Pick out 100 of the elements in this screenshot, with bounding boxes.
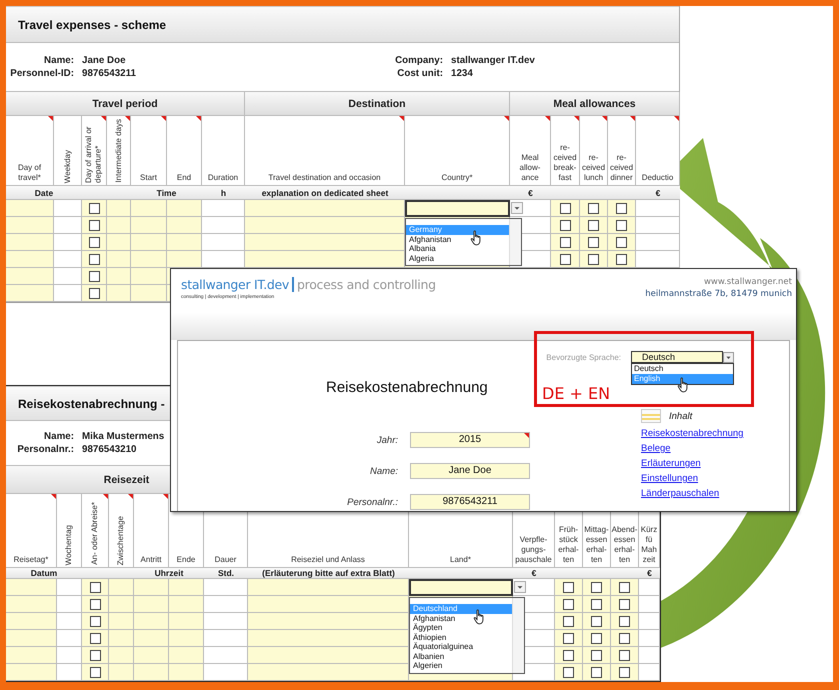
checkbox[interactable] xyxy=(88,220,100,230)
table-cell[interactable] xyxy=(6,579,57,596)
table-cell[interactable] xyxy=(109,664,134,681)
table-cell[interactable] xyxy=(248,630,409,647)
checkbox[interactable] xyxy=(90,666,100,678)
table-cell[interactable] xyxy=(82,664,109,681)
table-cell[interactable] xyxy=(580,234,608,251)
table-cell[interactable] xyxy=(131,285,167,302)
checkbox[interactable] xyxy=(619,632,630,644)
table-cell[interactable] xyxy=(82,613,109,630)
checkbox[interactable] xyxy=(560,220,570,230)
input-field[interactable]: 9876543211 xyxy=(410,494,530,510)
checkbox[interactable] xyxy=(90,616,100,626)
dropdown-option[interactable]: Albanien xyxy=(410,652,512,661)
table-cell[interactable] xyxy=(6,664,57,681)
table-cell[interactable] xyxy=(6,596,57,613)
dropdown-option[interactable]: Afghanistan xyxy=(406,234,509,244)
dropdown-option[interactable]: Deutsch xyxy=(632,364,733,374)
sheet-link[interactable]: Reisekostenabrechnung xyxy=(641,428,744,440)
table-cell[interactable] xyxy=(608,251,636,268)
table-cell[interactable] xyxy=(608,234,636,251)
checkbox[interactable] xyxy=(563,616,574,626)
table-cell[interactable] xyxy=(134,596,169,613)
table-cell[interactable] xyxy=(169,613,204,630)
checkbox[interactable] xyxy=(591,666,602,678)
table-cell[interactable] xyxy=(134,630,169,647)
table-cell[interactable] xyxy=(169,630,204,647)
table-cell[interactable] xyxy=(245,200,405,217)
table-cell[interactable] xyxy=(107,268,131,285)
table-cell[interactable] xyxy=(245,234,405,251)
table-cell[interactable] xyxy=(611,596,639,613)
checkbox[interactable] xyxy=(616,254,627,264)
checkbox[interactable] xyxy=(88,288,100,298)
dropdown-option[interactable]: Afghanistan xyxy=(410,614,512,623)
table-cell[interactable] xyxy=(611,613,639,630)
table-cell[interactable] xyxy=(583,647,611,664)
table-cell[interactable] xyxy=(107,200,131,217)
checkbox[interactable] xyxy=(90,598,100,610)
checkbox[interactable] xyxy=(560,202,570,214)
table-cell[interactable] xyxy=(6,613,57,630)
checkbox[interactable] xyxy=(591,616,602,626)
table-cell[interactable] xyxy=(248,579,409,596)
table-cell[interactable] xyxy=(82,200,107,217)
table-cell[interactable] xyxy=(169,596,204,613)
table-cell[interactable] xyxy=(6,630,57,647)
checkbox[interactable] xyxy=(563,582,574,592)
checkbox[interactable] xyxy=(88,236,100,248)
table-cell[interactable] xyxy=(608,217,636,234)
table-cell[interactable] xyxy=(82,251,107,268)
checkbox[interactable] xyxy=(563,666,574,678)
table-cell[interactable] xyxy=(611,630,639,647)
table-cell[interactable] xyxy=(580,217,608,234)
checkbox[interactable] xyxy=(88,254,100,264)
table-cell[interactable] xyxy=(6,200,54,217)
table-cell[interactable] xyxy=(82,234,107,251)
language-dropdown[interactable]: Deutsch xyxy=(631,351,723,363)
table-cell[interactable] xyxy=(169,664,204,681)
checkbox[interactable] xyxy=(588,254,599,264)
table-cell[interactable] xyxy=(131,200,167,217)
checkbox[interactable] xyxy=(560,236,570,248)
table-cell[interactable] xyxy=(248,647,409,664)
checkbox[interactable] xyxy=(563,650,574,660)
dropdown-option[interactable]: Ägypten xyxy=(410,623,512,632)
dropdown-option[interactable]: Äthiopien xyxy=(410,632,512,642)
table-cell[interactable] xyxy=(555,613,583,630)
table-cell[interactable] xyxy=(109,579,134,596)
table-cell[interactable] xyxy=(551,217,580,234)
table-cell[interactable] xyxy=(245,251,405,268)
checkbox[interactable] xyxy=(588,236,599,248)
checkbox[interactable] xyxy=(591,582,602,592)
checkbox[interactable] xyxy=(616,220,627,230)
checkbox[interactable] xyxy=(90,650,100,660)
table-cell[interactable] xyxy=(109,647,134,664)
table-cell[interactable] xyxy=(109,630,134,647)
table-cell[interactable] xyxy=(6,647,57,664)
checkbox[interactable] xyxy=(591,598,602,610)
checkbox[interactable] xyxy=(591,632,602,644)
table-cell[interactable] xyxy=(134,613,169,630)
dropdown-field[interactable] xyxy=(409,579,513,596)
table-cell[interactable] xyxy=(131,217,167,234)
table-cell[interactable] xyxy=(82,268,107,285)
table-cell[interactable] xyxy=(82,630,109,647)
table-cell[interactable] xyxy=(608,200,636,217)
table-cell[interactable] xyxy=(169,647,204,664)
table-cell[interactable] xyxy=(580,251,608,268)
table-cell[interactable] xyxy=(580,200,608,217)
checkbox[interactable] xyxy=(619,616,630,626)
table-cell[interactable] xyxy=(6,234,54,251)
table-cell[interactable] xyxy=(583,664,611,681)
table-cell[interactable] xyxy=(6,285,54,302)
table-cell[interactable] xyxy=(245,217,405,234)
table-cell[interactable] xyxy=(611,647,639,664)
table-cell[interactable] xyxy=(167,200,202,217)
input-field[interactable]: Jane Doe xyxy=(410,463,530,479)
table-cell[interactable] xyxy=(134,664,169,681)
dropdown-option[interactable]: Algeria xyxy=(406,254,509,263)
table-cell[interactable] xyxy=(169,579,204,596)
table-cell[interactable] xyxy=(167,234,202,251)
checkbox[interactable] xyxy=(90,632,100,644)
checkbox[interactable] xyxy=(619,582,630,592)
